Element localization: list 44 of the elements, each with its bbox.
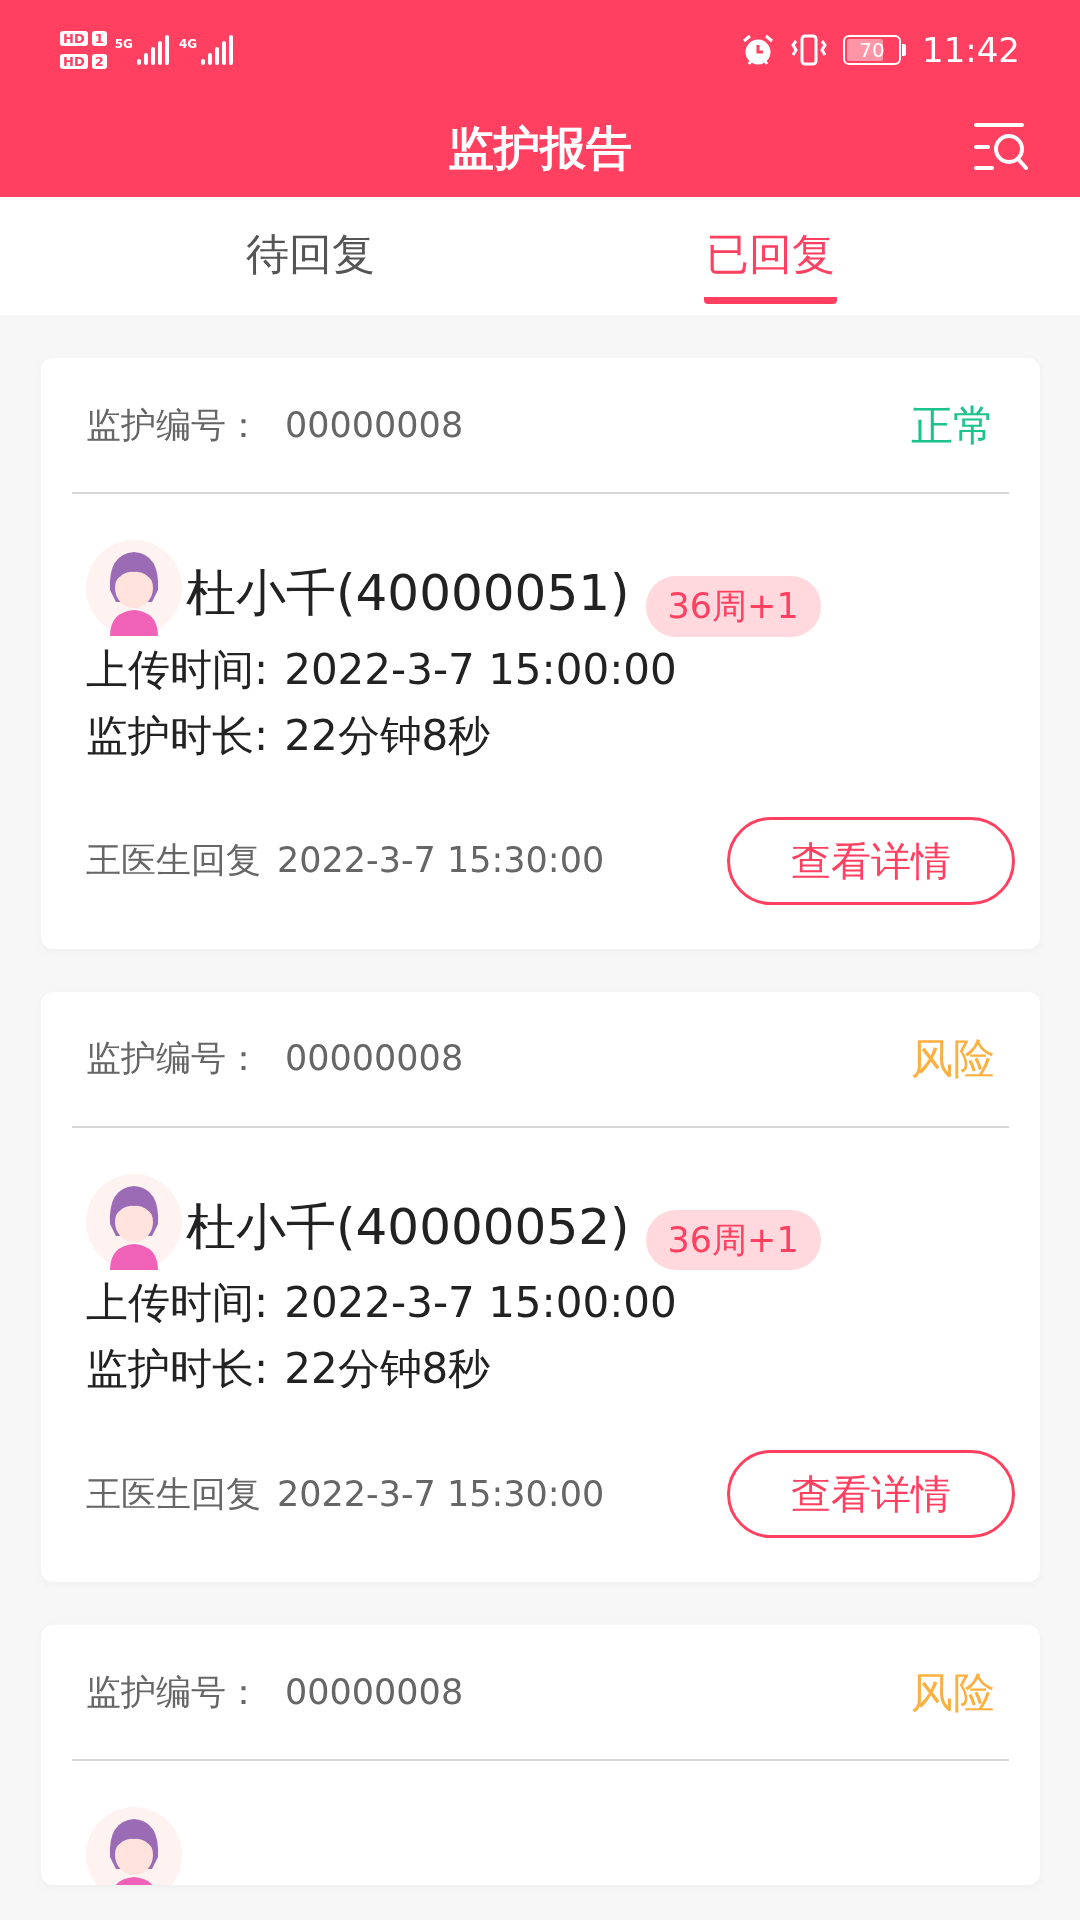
avatar-icon: [86, 1173, 182, 1270]
id-number: 00000008: [285, 1037, 464, 1081]
reply-label: 王医生回复: [86, 839, 261, 883]
view-details-button[interactable]: 查看详情: [727, 816, 1015, 905]
status-time: 11:42: [922, 28, 1020, 72]
duration-label: 监护时长:: [86, 1343, 269, 1395]
id-label: 监护编号：: [86, 403, 261, 447]
network-label: 4G: [178, 36, 198, 53]
id-label: 监护编号：: [86, 1037, 261, 1081]
tab[interactable]: 待回复: [80, 197, 540, 315]
reply-time: 2022-3-7 15:30:00: [277, 839, 605, 883]
signal-icon: [201, 35, 236, 65]
duration-value: 22分钟8秒: [284, 1343, 491, 1395]
duration-value: 22分钟8秒: [284, 709, 491, 762]
sim-slot: 2: [91, 54, 107, 69]
avatar-icon: [86, 540, 182, 636]
week-tag: 36周+1: [645, 576, 821, 637]
upload-label: 上传时间:: [86, 1277, 269, 1329]
upload-time: 2022-3-7 15:00:00: [284, 643, 677, 696]
alarm-clock-icon: [741, 33, 775, 67]
reply-label: 王医生回复: [86, 1472, 261, 1516]
tab[interactable]: 已回复: [540, 197, 1000, 315]
reply-time: 2022-3-7 15:30:00: [277, 1472, 605, 1516]
week-tag: 36周+1: [645, 1209, 821, 1270]
patient-name: 杜小千(40000052): [186, 1201, 630, 1252]
upload-time: 2022-3-7 15:00:00: [284, 1277, 677, 1329]
patient-name: 杜小千(40000051): [186, 568, 630, 618]
status-label: 风险: [911, 1666, 995, 1719]
status-label: 正常: [911, 399, 995, 452]
id-number: 00000008: [285, 403, 464, 447]
vibrate-icon: [791, 33, 827, 67]
duration-label: 监护时长:: [86, 709, 269, 762]
sim-label: HD: [60, 31, 88, 46]
status-label: 风险: [911, 1033, 995, 1085]
sim-slot: 1: [91, 31, 107, 46]
view-details-button[interactable]: 查看详情: [727, 1450, 1015, 1538]
id-label: 监护编号：: [86, 1670, 261, 1714]
id-number: 00000008: [285, 1670, 464, 1714]
page-title: 监护报告: [448, 120, 632, 177]
signal-icon: [136, 35, 171, 65]
upload-label: 上传时间:: [86, 643, 269, 696]
sim-label: HD: [60, 54, 88, 69]
avatar-icon: [86, 1807, 182, 1885]
network-label: 5G: [114, 36, 133, 53]
